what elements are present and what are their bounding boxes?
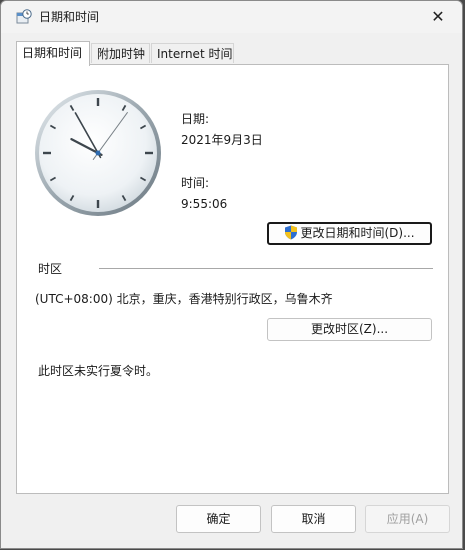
change-date-time-label: 更改日期和时间(D)... bbox=[300, 226, 415, 240]
tab-label: 日期和时间 bbox=[22, 46, 83, 60]
change-timezone-label: 更改时区(Z)... bbox=[310, 322, 389, 336]
close-button[interactable]: ✕ bbox=[418, 3, 458, 31]
time-value: 9:55:06 bbox=[181, 197, 228, 211]
date-value: 2021年9月3日 bbox=[181, 133, 263, 147]
time-label: 时间: bbox=[181, 176, 210, 190]
cancel-button[interactable]: 取消 bbox=[271, 505, 356, 533]
cancel-label: 取消 bbox=[301, 512, 326, 526]
apply-button[interactable]: 应用(A) bbox=[365, 505, 450, 533]
date-label: 日期: bbox=[181, 112, 210, 126]
apply-label: 应用(A) bbox=[386, 512, 429, 526]
uac-shield-icon bbox=[285, 225, 298, 240]
date-time-dialog: 日期和时间 ✕ 日期和时间 附加时钟 Internet 时间 日期: 2021年… bbox=[0, 0, 463, 549]
tab-panel-date-time: 日期: 2021年9月3日 时间: 9:55:06 更改日期和时间(D)... … bbox=[16, 64, 449, 494]
timezone-value: (UTC+08:00) 北京，重庆，香港特别行政区，乌鲁木齐 bbox=[35, 292, 333, 306]
clock-center-cap bbox=[95, 150, 101, 156]
tab-date-time[interactable]: 日期和时间 bbox=[16, 41, 90, 66]
close-icon: ✕ bbox=[431, 7, 445, 26]
tab-label: 附加时钟 bbox=[97, 47, 146, 61]
tab-internet-time[interactable]: Internet 时间 bbox=[151, 43, 234, 63]
window-title: 日期和时间 bbox=[39, 10, 100, 24]
tab-additional-clocks[interactable]: 附加时钟 bbox=[91, 43, 150, 63]
dst-note: 此时区未实行夏令时。 bbox=[38, 364, 159, 378]
ok-label: 确定 bbox=[206, 512, 231, 526]
date-time-app-icon bbox=[16, 9, 32, 24]
change-date-time-button[interactable]: 更改日期和时间(D)... bbox=[267, 222, 432, 245]
timezone-section-label: 时区 bbox=[38, 262, 63, 276]
analog-clock bbox=[35, 90, 161, 216]
timezone-separator bbox=[99, 268, 433, 269]
title-bar[interactable]: 日期和时间 ✕ bbox=[1, 1, 462, 33]
change-timezone-button[interactable]: 更改时区(Z)... bbox=[267, 318, 432, 341]
tab-label: Internet 时间 bbox=[157, 47, 233, 61]
ok-button[interactable]: 确定 bbox=[176, 505, 261, 533]
